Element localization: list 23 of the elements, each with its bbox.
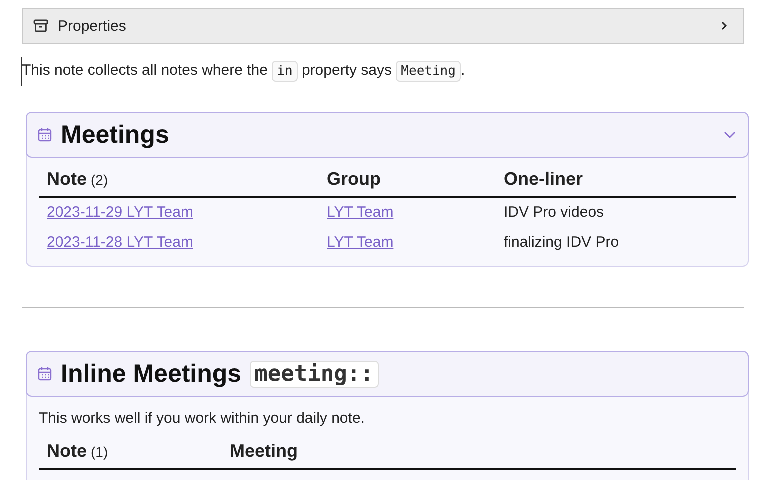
table-cell-text: IDV Pro videos bbox=[504, 204, 606, 221]
chevron-right-icon bbox=[719, 21, 729, 31]
note-link[interactable]: 2023-11-28 LYT Team bbox=[47, 234, 194, 251]
note-link[interactable]: LYT Team bbox=[327, 204, 394, 221]
note-link[interactable]: 2023-11-29 LYT Team bbox=[47, 204, 194, 221]
column-header: Group bbox=[327, 169, 382, 190]
callout-title: Meetings bbox=[61, 120, 170, 150]
properties-bar[interactable]: Properties bbox=[22, 8, 744, 44]
column-header: One-liner bbox=[504, 169, 584, 190]
note-link[interactable]: LYT Team bbox=[327, 234, 394, 251]
archive-icon bbox=[33, 18, 49, 34]
chevron-down-icon[interactable] bbox=[724, 131, 736, 139]
intro-paragraph: This note collects all notes where the in property says Meeting . bbox=[21, 57, 744, 86]
callout-title-code: meeting:: bbox=[250, 360, 379, 388]
column-header: Note (2) bbox=[47, 169, 110, 190]
callout-description: This works well if you work within your daily note. bbox=[39, 410, 366, 427]
column-header: Meeting bbox=[230, 441, 300, 462]
calendar-icon bbox=[37, 127, 53, 143]
column-header: Note (1) bbox=[47, 441, 110, 462]
table-cell-text: finalizing IDV Pro bbox=[504, 234, 620, 251]
properties-label: Properties bbox=[58, 18, 128, 34]
callout-title: Inline Meetings bbox=[61, 360, 242, 388]
calendar-icon bbox=[37, 366, 53, 382]
